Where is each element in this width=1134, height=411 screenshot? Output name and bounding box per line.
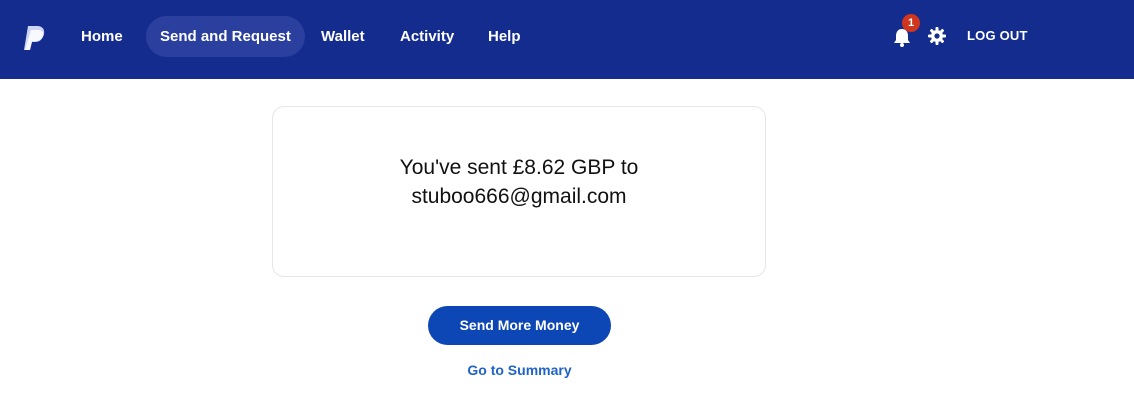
- send-more-money-button[interactable]: Send More Money: [428, 306, 611, 345]
- paypal-logo-icon[interactable]: [22, 24, 46, 52]
- confirmation-amount-line: You've sent £8.62 GBP to: [399, 156, 639, 179]
- confirmation-message: You've sent £8.62 GBP to stuboo666@gmail…: [273, 153, 765, 211]
- confirmation-recipient: stuboo666@gmail.com: [411, 185, 627, 208]
- top-navigation-bar: Home Send and Request Wallet Activity He…: [0, 0, 1134, 79]
- gear-icon[interactable]: [926, 25, 948, 47]
- nav-send-and-request[interactable]: Send and Request: [146, 16, 305, 57]
- confirmation-card: You've sent £8.62 GBP to stuboo666@gmail…: [272, 106, 766, 277]
- nav-home[interactable]: Home: [67, 16, 137, 57]
- logout-link[interactable]: LOG OUT: [967, 28, 1028, 43]
- nav-wallet[interactable]: Wallet: [307, 16, 379, 57]
- nav-help[interactable]: Help: [474, 16, 535, 57]
- nav-activity[interactable]: Activity: [386, 16, 468, 57]
- notification-badge: 1: [902, 14, 920, 32]
- go-to-summary-link[interactable]: Go to Summary: [428, 362, 611, 378]
